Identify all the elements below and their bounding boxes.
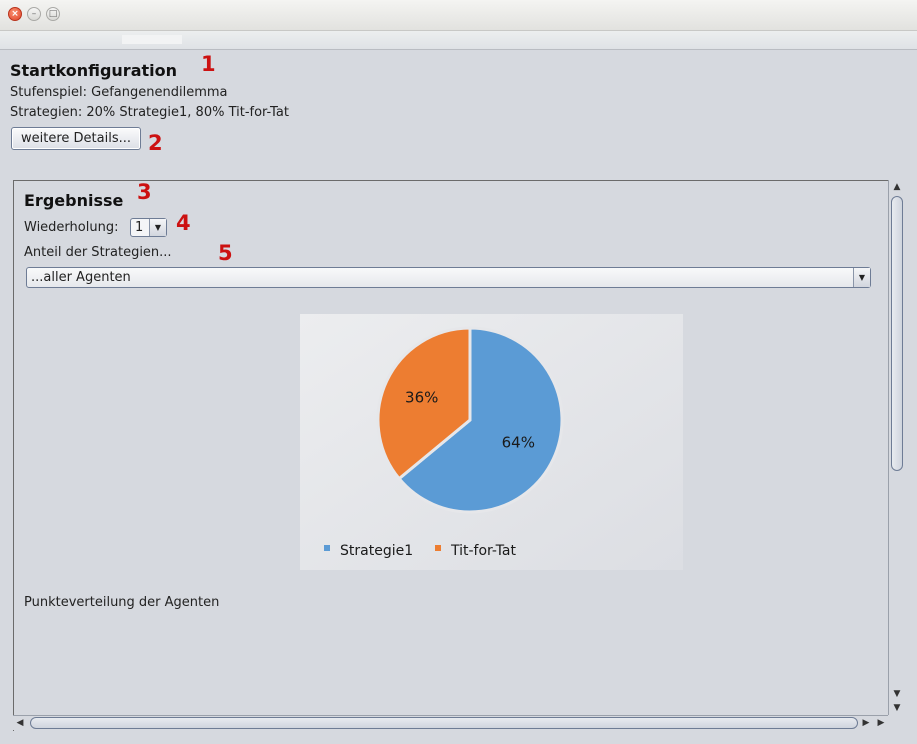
annotation-5: 5 [218, 241, 233, 265]
pie-slices [376, 326, 564, 514]
vertical-scrollbar[interactable]: ▲ ▼ ▼ [888, 180, 905, 716]
share-label: Anteil der Strategien... [24, 245, 172, 260]
strategies-label: Strategien: 20% Strategie1, 80% Tit-for-… [10, 105, 289, 120]
annotation-2: 2 [148, 131, 163, 155]
legend-swatch [324, 545, 330, 551]
share-select[interactable]: ...aller Agenten ▼ [26, 267, 871, 288]
start-config-title: Startkonfiguration [10, 61, 178, 80]
horizontal-scroll-thumb[interactable] [30, 717, 858, 729]
details-button[interactable]: weitere Details... [11, 127, 141, 150]
pie-chart-svg: 64% 36% Strategie1 Tit-for-Tat [300, 314, 683, 570]
pie-slice-label: 64% [502, 434, 535, 452]
annotation-4: 4 [176, 211, 191, 235]
horizontal-scrollbar[interactable]: ◀ ▶ ▶ [13, 715, 888, 730]
pie-slice-label: 36% [405, 388, 438, 406]
minimize-window-button[interactable]: – [27, 7, 41, 21]
scroll-down-icon-2[interactable]: ▼ [889, 701, 905, 715]
minimize-icon: – [31, 9, 37, 19]
legend-label: Tit-for-Tat [450, 543, 516, 559]
scroll-up-icon[interactable]: ▲ [889, 180, 905, 194]
repetition-value: 1 [135, 220, 144, 235]
legend-label: Strategie1 [340, 543, 413, 559]
close-icon: × [11, 9, 19, 19]
annotation-1: 1 [201, 52, 216, 76]
results-title: Ergebnisse [24, 191, 124, 210]
maximize-icon: □ [48, 9, 58, 19]
title-bar: × – □ [0, 0, 917, 31]
scroll-down-icon[interactable]: ▼ [889, 687, 905, 701]
toolbar-strip [0, 31, 917, 50]
strategy-share-chart: 64% 36% Strategie1 Tit-for-Tat [300, 314, 683, 570]
annotation-3: 3 [137, 180, 152, 204]
stage-game-label: Stufenspiel: Gefangenendilemma [10, 85, 228, 100]
points-distribution-label: Punkteverteilung der Agenten [24, 595, 220, 610]
chevron-down-icon[interactable]: ▼ [149, 219, 166, 236]
scroll-left-icon[interactable]: ◀ [13, 716, 27, 730]
maximize-window-button[interactable]: □ [46, 7, 60, 21]
chevron-down-icon[interactable]: ▼ [853, 268, 870, 287]
toolbar-highlight [122, 35, 182, 44]
share-select-value: ...aller Agenten [31, 270, 131, 285]
close-window-button[interactable]: × [8, 7, 22, 21]
repetition-label: Wiederholung: [24, 220, 119, 235]
vertical-scroll-thumb[interactable] [891, 196, 903, 471]
repetition-select[interactable]: 1 ▼ [130, 218, 167, 237]
scroll-right-icon-2[interactable]: ▶ [874, 716, 888, 730]
scroll-right-icon[interactable]: ▶ [859, 716, 873, 730]
scroll-corner [888, 715, 905, 730]
app-window: × – □ Startkonfiguration 1 Stufenspiel: … [0, 0, 917, 744]
legend-swatch [435, 545, 441, 551]
